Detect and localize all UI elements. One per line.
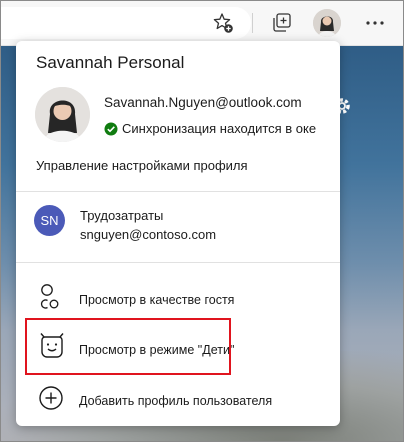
profile-email: Savannah.Nguyen@outlook.com xyxy=(104,95,302,110)
profile-avatar-icon[interactable] xyxy=(313,9,341,37)
highlight-box xyxy=(25,318,231,375)
work-profile-avatar[interactable]: SN xyxy=(34,205,65,236)
favorites-add-icon[interactable] xyxy=(211,11,235,35)
guest-icon xyxy=(38,283,64,309)
guest-browse-item[interactable]: Просмотр в качестве гостя xyxy=(16,279,340,319)
add-profile-item[interactable]: Добавить профиль пользователя xyxy=(16,379,340,419)
divider xyxy=(16,262,340,263)
add-profile-label: Добавить профиль пользователя xyxy=(79,394,273,408)
profile-name: Savannah Personal xyxy=(36,53,185,72)
guest-browse-label: Просмотр в качестве гостя xyxy=(79,293,235,307)
toolbar-separator xyxy=(252,13,253,33)
more-options-icon[interactable] xyxy=(363,11,387,35)
browser-window: Savannah Personal Savannah.Nguyen@outloo… xyxy=(0,0,404,442)
divider xyxy=(16,191,340,192)
manage-profile-link[interactable]: Управление настройками профиля xyxy=(36,158,248,173)
add-profile-icon xyxy=(38,385,64,411)
browser-toolbar xyxy=(1,1,403,46)
work-profile-email[interactable]: snguyen@contoso.com xyxy=(80,227,216,242)
sync-status: Синхронизация находится в оке xyxy=(104,121,316,139)
profile-avatar xyxy=(35,87,90,142)
collections-icon[interactable] xyxy=(270,11,294,35)
work-profile-name[interactable]: Трудозатраты xyxy=(80,208,163,223)
sync-status-text: Синхронизация находится в оке xyxy=(122,121,317,136)
sync-check-icon xyxy=(104,122,118,139)
